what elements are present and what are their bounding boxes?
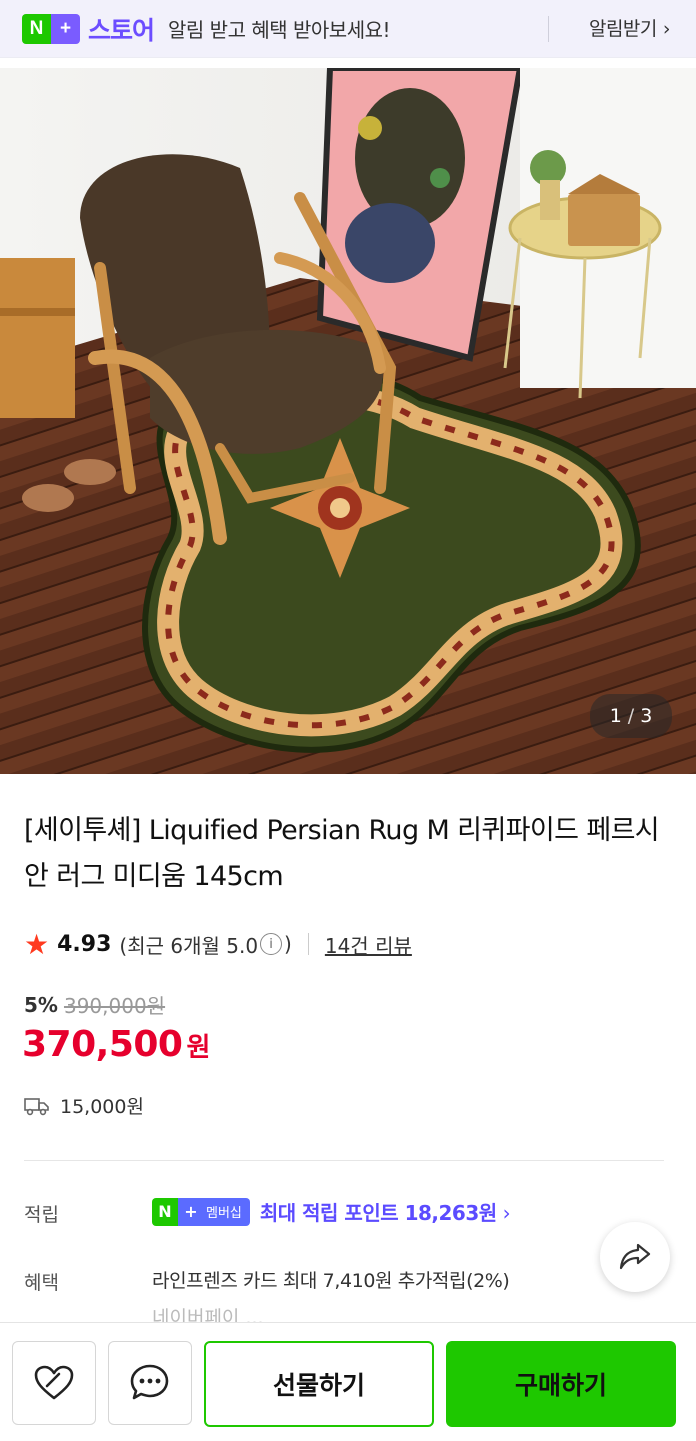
discount-row: 5% 390,000원 xyxy=(24,990,165,1019)
earn-label: 적립 xyxy=(24,1204,59,1226)
image-counter-separator: / xyxy=(627,705,635,727)
buy-button[interactable]: 구매하기 xyxy=(446,1341,676,1427)
gift-button[interactable]: 선물하기 xyxy=(204,1341,434,1427)
pay-benefit-text[interactable]: 네이버페이 ... xyxy=(152,1308,264,1322)
shipping-row: 15,000원 xyxy=(24,1092,144,1119)
rating-row: ★ 4.93 (최근 6개월 5.0 i ) 14건 리뷰 xyxy=(24,926,412,962)
max-points-value: 최대 적립 포인트 18,263원 xyxy=(259,1201,497,1225)
badge-plus-icon: + xyxy=(178,1197,204,1226)
recent-rating-text: (최근 6개월 5.0 xyxy=(119,933,259,958)
benefit-label: 혜택 xyxy=(24,1272,59,1294)
badge-member-text: 멤버십 xyxy=(204,1197,250,1226)
plus-icon: + xyxy=(51,13,80,44)
original-price: 390,000원 xyxy=(63,994,166,1018)
image-counter-current: 1 xyxy=(609,705,622,727)
info-icon[interactable]: i xyxy=(260,933,283,955)
star-icon: ★ xyxy=(24,927,50,961)
alarm-subscribe-button[interactable]: 알림받기 › xyxy=(588,14,671,41)
rating-score: 4.93 xyxy=(57,931,112,957)
naver-n-icon: N xyxy=(22,13,51,44)
shipping-fee: 15,000원 xyxy=(60,1096,144,1118)
product-image-gallery[interactable]: 1/3 xyxy=(0,68,696,774)
share-icon xyxy=(619,1243,651,1270)
rating-divider xyxy=(307,933,309,955)
recent-rating-close: ) xyxy=(284,932,292,956)
image-counter-total: 3 xyxy=(640,705,653,727)
heart-icon xyxy=(34,1365,74,1400)
currency-unit: 원 xyxy=(186,1033,211,1063)
chevron-right-icon: › xyxy=(502,1201,511,1225)
bottom-action-bar: 선물하기 구매하기 xyxy=(0,1322,696,1441)
wishlist-button[interactable] xyxy=(12,1341,96,1425)
card-benefit-text[interactable]: 라인프렌즈 카드 최대 7,410원 추가적립(2%) xyxy=(152,1266,510,1293)
notification-banner: N + 스토어 알림 받고 혜택 받아보세요! 알림받기 › xyxy=(0,0,696,58)
image-counter: 1/3 xyxy=(590,694,672,738)
alarm-label: 알림받기 xyxy=(588,18,657,40)
membership-points-link[interactable]: N + 멤버십 최대 적립 포인트 18,263원 › xyxy=(152,1197,511,1226)
naver-plus-logo: N + xyxy=(22,13,80,44)
product-title: [세이투셰] Liquified Persian Rug M 리퀴파이드 페르시… xyxy=(24,815,660,892)
promo-text: 알림 받고 혜택 받아보세요! xyxy=(168,18,391,42)
discount-percent: 5% xyxy=(24,992,58,1017)
chevron-right-icon: › xyxy=(662,18,671,40)
sale-price-row: 370,500 원 xyxy=(22,1024,210,1065)
naver-membership-badge: N + 멤버십 xyxy=(152,1197,250,1226)
sale-price: 370,500 xyxy=(22,1024,183,1065)
badge-n-icon: N xyxy=(152,1197,178,1226)
product-photo xyxy=(0,68,696,774)
chat-inquiry-button[interactable] xyxy=(108,1341,192,1425)
truck-icon xyxy=(24,1097,49,1115)
section-divider xyxy=(24,1160,664,1161)
review-count-link[interactable]: 14건 리뷰 xyxy=(325,930,412,959)
share-button[interactable] xyxy=(600,1222,670,1292)
banner-divider xyxy=(548,16,549,42)
chat-bubble-icon xyxy=(130,1364,169,1400)
max-points-text: 최대 적립 포인트 18,263원 › xyxy=(259,1197,511,1226)
store-name: 스토어 xyxy=(88,15,155,45)
